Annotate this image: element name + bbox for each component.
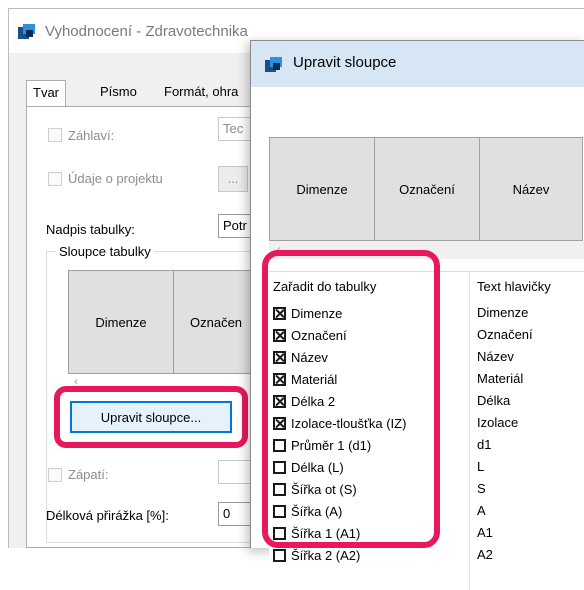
dialog-column-preview: Dimenze Označení Název (269, 137, 584, 241)
chevron-left-icon[interactable]: ‹ (74, 374, 78, 388)
header-text-cell[interactable]: A1 (477, 522, 493, 544)
preview-column-oznaceni: Označen (173, 270, 253, 374)
edit-columns-button[interactable]: Upravit sloupce... (70, 401, 232, 433)
header-checkbox[interactable] (48, 128, 62, 142)
dialog-horizontal-scrollbar[interactable]: ‹ (269, 241, 584, 259)
dialog-title: Upravit sloupce (293, 54, 397, 71)
project-data-button[interactable]: ... (218, 166, 248, 192)
include-checkbox[interactable] (273, 394, 286, 408)
column-name: Šířka 1 (A1) (291, 525, 361, 541)
include-checkbox[interactable] (273, 460, 286, 474)
columns-group-label: Sloupce tabulky (56, 244, 154, 259)
header-text-cell[interactable]: Název (477, 346, 514, 368)
header-text-cell[interactable]: S (477, 478, 486, 500)
tab-format[interactable]: Formát, ohra (158, 80, 244, 106)
column-name: Šířka (A) (291, 503, 343, 519)
column-name: Název (291, 349, 328, 365)
grid-row-include[interactable]: Materiál (273, 368, 337, 390)
app-icon (18, 24, 35, 39)
column-name: Délka (L) (291, 459, 344, 475)
column-name: Materiál (291, 371, 338, 387)
dialog-top-area (251, 87, 584, 137)
grid-header-text: Text hlavičky (477, 279, 551, 294)
include-checkbox[interactable] (273, 416, 286, 430)
grid-row-include[interactable]: Délka (L) (273, 456, 344, 478)
header-text-cell[interactable]: A2 (477, 544, 493, 566)
dialog-chevron-left-icon[interactable]: ‹ (277, 242, 281, 256)
column-name: Dimenze (291, 305, 343, 321)
include-checkbox[interactable] (273, 504, 286, 518)
edit-columns-dialog: Upravit sloupce Dimenze Označení Název ‹… (250, 40, 584, 590)
grid-header-include: Zařadit do tabulky (273, 279, 377, 294)
dialog-preview-column-dimenze: Dimenze (269, 137, 375, 241)
header-text-cell[interactable]: Materiál (477, 368, 523, 390)
window-title: Vyhodnocení - Zdravotechnika (45, 23, 248, 40)
header-text-cell[interactable]: Označení (477, 324, 533, 346)
include-checkbox[interactable] (273, 372, 286, 386)
include-checkbox[interactable] (273, 438, 286, 452)
header-text-cell[interactable]: L (477, 456, 484, 478)
dialog-preview-column-nazev: Název (479, 137, 583, 241)
project-data-label: Údaje o projektu (68, 171, 163, 186)
dialog-titlebar: Upravit sloupce (251, 41, 584, 87)
dialog-preview-column-oznaceni: Označení (374, 137, 480, 241)
header-text-cell[interactable]: Délka (477, 390, 510, 412)
include-checkbox[interactable] (273, 328, 286, 342)
preview-column-dimenze: Dimenze (68, 270, 174, 374)
column-name: Izolace-tloušťka (IZ) (291, 415, 407, 431)
header-label: Záhlaví: (68, 128, 115, 143)
footer-checkbox[interactable] (48, 468, 62, 482)
grid-row-include[interactable]: Šířka ot (S) (273, 478, 357, 500)
header-text-cell[interactable]: d1 (477, 434, 491, 456)
include-checkbox[interactable] (273, 548, 286, 562)
header-text-cell[interactable]: Izolace (477, 412, 518, 434)
column-name: Šířka 2 (A2) (291, 547, 361, 563)
header-text-cell[interactable]: Dimenze (477, 302, 528, 324)
column-name: Délka 2 (291, 393, 336, 409)
include-checkbox[interactable] (273, 350, 286, 364)
grid-row-include[interactable]: Délka 2 (273, 390, 335, 412)
grid-row-include[interactable]: Označení (273, 324, 347, 346)
grid-row-include[interactable]: Izolace-tloušťka (IZ) (273, 412, 406, 434)
grid-column-divider (469, 272, 470, 590)
caption-label: Nadpis tabulky: (46, 222, 135, 237)
grid-row-include[interactable]: Průměr 1 (d1) (273, 434, 371, 456)
tab-tvar[interactable]: Tvar (26, 80, 66, 108)
project-data-checkbox[interactable] (48, 172, 62, 186)
column-name: Průměr 1 (d1) (291, 437, 372, 453)
column-name: Šířka ot (S) (291, 481, 357, 497)
grid-row-include[interactable]: Dimenze (273, 302, 342, 324)
include-checkbox[interactable] (273, 526, 286, 540)
length-surcharge-label: Délková přirážka [%]: (46, 508, 169, 523)
include-checkbox[interactable] (273, 306, 286, 320)
tab-pismo[interactable]: Písmo (94, 80, 143, 106)
grid-row-include[interactable]: Šířka (A) (273, 500, 342, 522)
dialog-app-icon (265, 57, 282, 72)
column-name: Označení (291, 327, 347, 343)
footer-label: Zápatí: (68, 467, 109, 482)
grid-row-include[interactable]: Šířka 2 (A2) (273, 544, 360, 566)
columns-grid: Zařadit do tabulky Text hlavičky Dimenze… (269, 271, 584, 590)
grid-row-include[interactable]: Název (273, 346, 328, 368)
tab-strip: Tvar Písmo Formát, ohra (18, 80, 258, 108)
header-text-cell[interactable]: A (477, 500, 486, 522)
include-checkbox[interactable] (273, 482, 286, 496)
grid-row-include[interactable]: Šířka 1 (A1) (273, 522, 360, 544)
